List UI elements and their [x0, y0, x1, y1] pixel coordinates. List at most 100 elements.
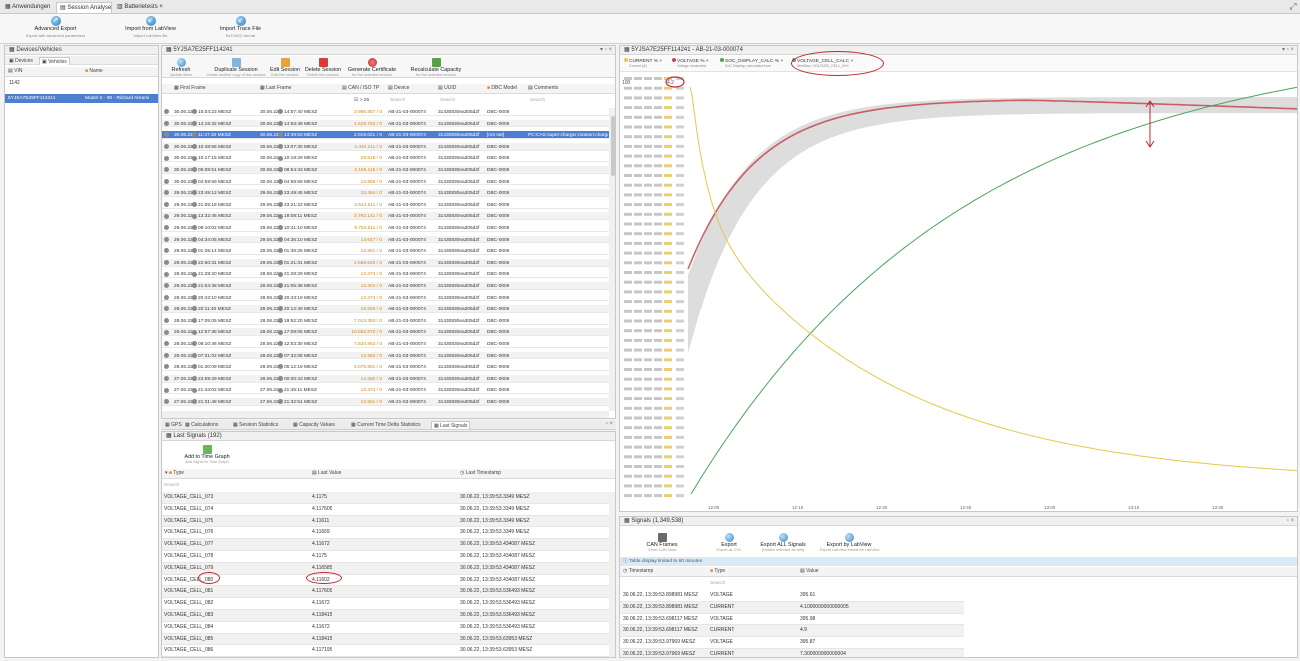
last-frame-header[interactable]: ▦ Last Frame: [260, 84, 291, 93]
recalculate-capacity-button[interactable]: Recalculate Capacity for the selected ses…: [406, 58, 466, 77]
first-frame-header[interactable]: ▦ First Frame: [174, 84, 206, 93]
download-icon[interactable]: [164, 213, 169, 219]
name-column-header[interactable]: ■ Name: [85, 67, 103, 76]
session-row[interactable]: 30.06.22 15:04:23 MESZ 30.06.22 14:57:40 ME…: [162, 108, 609, 116]
export-button[interactable]: Export Export as CSV: [714, 533, 744, 552]
download-icon[interactable]: [164, 167, 169, 173]
download-icon[interactable]: [164, 306, 169, 312]
download-icon[interactable]: [164, 132, 169, 138]
signals-type-search[interactable]: Search: [710, 579, 790, 588]
tab-devices[interactable]: ▣ Devices: [7, 57, 35, 65]
delete-session-button[interactable]: Delete Session Delete this session: [304, 58, 342, 77]
session-row[interactable]: 30.06.22 14:15:32 MESZ 30.06.22 14:53:48 ME…: [162, 119, 609, 128]
last-value-column-header[interactable]: ▤ Last Value: [312, 469, 341, 478]
expand-icon[interactable]: ⤢: [1288, 1, 1298, 11]
sessions-hscrollbar[interactable]: [162, 411, 609, 418]
vin-filter-input[interactable]: 1142: [7, 79, 82, 87]
tab-battery-tests[interactable]: ▥ Batterietests ×: [114, 2, 170, 13]
signal-row[interactable]: VOLTAGE_CELL_082 4.11672 30.06.22, 13:39:5…: [162, 598, 609, 610]
tab-vehicles[interactable]: ▣ Vehicles: [39, 57, 70, 65]
session-row[interactable]: 28.06.22 01:30:09 MESZ 28.06.22 05:12:19 ME…: [162, 363, 609, 371]
can-count-filter[interactable]: ☑ > 25: [354, 97, 378, 105]
session-row[interactable]: 27.06.22 21:31:48 MESZ 27.06.22 21:32:51 ME…: [162, 398, 609, 406]
session-row[interactable]: 28.06.22 07:31:02 MESZ 28.06.22 07:32:08 ME…: [162, 351, 609, 360]
type-column-header[interactable]: ■ Type: [710, 567, 725, 576]
download-icon[interactable]: [164, 271, 169, 277]
edit-session-button[interactable]: Edit Session Edit this session: [268, 58, 302, 77]
device-header[interactable]: ▤ Device: [388, 84, 409, 93]
signal-row[interactable]: VOLTAGE_CELL_073 4.1175 30.06.22, 13:39:53…: [162, 492, 609, 504]
session-row[interactable]: 28.06.22 20:43:10 MESZ 28.06.22 20:43:19 ME…: [162, 294, 609, 302]
session-row[interactable]: 28.06.22 09:10:46 MESZ 28.06.22 12:53:30 ME…: [162, 340, 609, 348]
panel-controls-icon[interactable]: ▾ ▫ ×: [600, 46, 612, 54]
download-icon[interactable]: [164, 144, 169, 150]
dbc-model-header[interactable]: ■ DBC Model: [487, 84, 517, 93]
comments-header[interactable]: ▤ Comments: [528, 84, 558, 93]
signal-row[interactable]: VOLTAGE_CELL_084 4.11672 30.06.22, 13:39:5…: [162, 622, 609, 634]
download-icon[interactable]: [164, 178, 169, 184]
session-row[interactable]: 30.06.22 10:48:56 MESZ 30.06.22 13:07:30 ME…: [162, 142, 609, 151]
time-series-chart[interactable]: 100 4.212:00 12:15 12:30 12:45 13:00 13:15 13:3…: [620, 74, 1298, 511]
sessions-scrollbar[interactable]: [609, 108, 615, 411]
session-row[interactable]: 30.06.22 04:59:59 MESZ 30.06.22 04:59:59 ME…: [162, 178, 609, 186]
uuid-search-input[interactable]: Search: [440, 97, 480, 105]
download-icon[interactable]: [164, 294, 169, 300]
signal-row[interactable]: VOLTAGE_CELL_079 4.116585 30.06.22, 13:39:…: [162, 562, 609, 575]
close-icon[interactable]: ×: [780, 59, 783, 64]
import-labview-button[interactable]: ↙ Import from LabView Import LabView fil…: [113, 16, 188, 38]
signal-type-search[interactable]: Search: [164, 481, 264, 490]
download-icon[interactable]: [164, 225, 169, 231]
scroll-thumb[interactable]: [611, 116, 615, 176]
type-column-header[interactable]: ▾ ■ Type: [165, 469, 184, 478]
download-icon[interactable]: [164, 248, 169, 254]
download-icon[interactable]: [164, 236, 169, 242]
signal-data-row[interactable]: 30.06.22, 13:39:53.97969 MESZ VOLTAGE 395.…: [620, 637, 964, 649]
tab-applications[interactable]: ▦ Anwendungen: [2, 2, 54, 13]
legend-entry[interactable]: SOC_DISPLAY_CALC % × SoC Display, calcula…: [720, 58, 783, 72]
signal-data-row[interactable]: 30.06.22, 13:39:53.898981 MESZ VOLTAGE 395…: [620, 590, 964, 602]
download-icon[interactable]: [164, 329, 169, 335]
last-signals-scrollbar[interactable]: [609, 492, 615, 657]
signal-data-row[interactable]: 30.06.22, 13:39:53.898981 MESZ CURRENT 4.1…: [620, 601, 964, 614]
download-icon[interactable]: [164, 399, 169, 405]
close-icon[interactable]: ×: [706, 59, 709, 64]
import-trace-button[interactable]: ↙ Import Trace File BLF/ASC format: [203, 16, 278, 38]
generate-certificate-button[interactable]: Generate Certificate for the selected ses…: [346, 58, 398, 77]
tab-session-analysis[interactable]: ▤ Session Analyse ×: [56, 2, 112, 13]
last-timestamp-column-header[interactable]: ◷ Last Timestamp: [460, 469, 501, 478]
signal-row[interactable]: VOLTAGE_CELL_080 4.11602 30.06.22, 13:39:5…: [162, 575, 609, 587]
advanced-export-button[interactable]: ↗ Advanced Export Export with advanced p…: [18, 16, 93, 38]
comments-search-input[interactable]: Search: [530, 97, 570, 105]
download-icon[interactable]: [164, 364, 169, 370]
signal-data-row[interactable]: 30.06.22, 13:39:53.97969 MESZ CURRENT 7.30…: [620, 649, 964, 657]
vin-column-header[interactable]: ▤ VIN: [8, 67, 22, 76]
session-row[interactable]: 27.06.22 23:59:29 MESZ 28.06.22 00:00:43 ME…: [162, 374, 609, 383]
session-row[interactable]: 30.06.22 10:17:15 MESZ 30.06.22 10:19:29 ME…: [162, 154, 609, 163]
session-row[interactable]: 28.06.22 12:57:38 MESZ 28.06.22 17:09:05 ME…: [162, 328, 609, 337]
signal-row[interactable]: VOLTAGE_CELL_086 4.117195 30.06.22, 13:39:…: [162, 645, 609, 657]
download-icon[interactable]: [164, 283, 169, 289]
download-icon[interactable]: [164, 341, 169, 347]
device-search-input[interactable]: Search: [390, 97, 430, 105]
close-icon[interactable]: ×: [159, 4, 163, 10]
refresh-button[interactable]: Refresh Update items: [166, 58, 196, 77]
download-icon[interactable]: [164, 120, 169, 126]
signal-row[interactable]: VOLTAGE_CELL_075 4.11611 30.06.22, 13:39:5…: [162, 515, 609, 528]
signal-data-row[interactable]: 30.06.22, 13:39:53.698117 MESZ CURRENT 4.9: [620, 625, 964, 638]
timestamp-column-header[interactable]: ◷ Timestamp: [623, 567, 653, 576]
add-to-time-graph-button[interactable]: Add to Time Graph Add Signal to Time Grap…: [172, 445, 242, 464]
tab-last-signals[interactable]: ▦ Last Signals: [431, 421, 471, 429]
session-row[interactable]: 28.06.22 17:05:05 MESZ 28.06.22 19:52:20 ME…: [162, 317, 609, 325]
uuid-header[interactable]: ▤ UUID: [438, 84, 456, 93]
session-row[interactable]: 29.06.22 13:32:45 MESZ 29.06.22 18:08:11 ME…: [162, 212, 609, 221]
tab-time-delta[interactable]: ▦ Current Time Delta Statistics: [349, 421, 422, 429]
session-row[interactable]: 29.06.22 23:49:12 MESZ 29.06.22 23:49:45 ME…: [162, 189, 609, 197]
download-icon[interactable]: [164, 260, 169, 266]
session-row[interactable]: 28.06.22 21:04:38 MESZ 28.06.22 21:05:38 ME…: [162, 282, 609, 290]
legend-entry[interactable]: VOLTAGE % × Voltage measured: [672, 58, 709, 72]
panel-controls-icon[interactable]: ▫ ×: [1287, 517, 1294, 525]
download-icon[interactable]: [164, 318, 169, 324]
signal-data-row[interactable]: 30.06.22, 13:39:53.698117 MESZ VOLTAGE 395…: [620, 614, 964, 626]
vehicle-row[interactable]: 5YJSA7E25FF114241 Model S - 90 - Richard…: [5, 94, 158, 103]
download-icon[interactable]: [164, 376, 169, 382]
